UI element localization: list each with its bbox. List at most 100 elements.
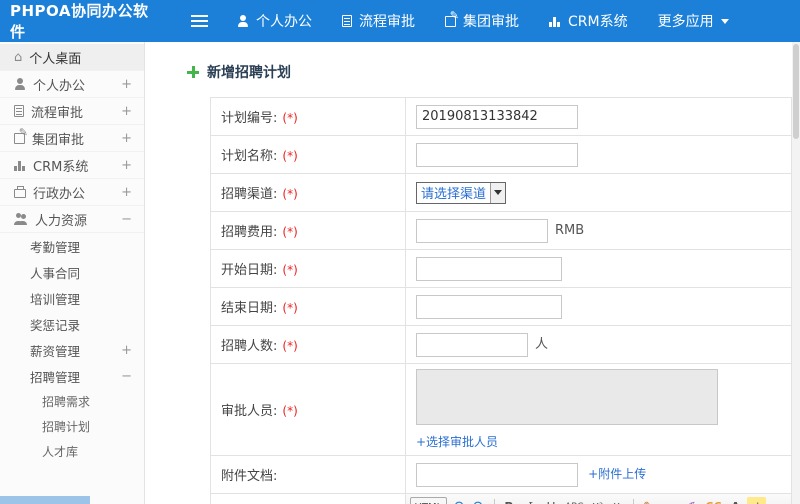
plus-icon — [187, 66, 199, 78]
pen-icon[interactable]: ✐ — [681, 497, 700, 504]
format-brush-icon[interactable]: ✏ — [660, 497, 679, 504]
sidebar-item-group-approval[interactable]: 集团审批 + — [0, 125, 144, 152]
recruitment-plan-form: 计划编号: (*) 计划名称: (*) 招聘渠道: (*) — [210, 97, 792, 504]
nav-item-personal-office[interactable]: 个人办公 — [222, 0, 327, 42]
font-color-button[interactable]: A — [726, 499, 745, 504]
approver-textarea[interactable] — [416, 369, 718, 425]
attachment-upload-link[interactable]: +附件上传 — [588, 467, 646, 481]
sidebar-item-salary[interactable]: 薪资管理 + — [0, 337, 144, 363]
italic-button[interactable]: I — [521, 497, 540, 504]
sidebar-item-personal-office[interactable]: 个人办公 + — [0, 71, 144, 98]
headcount-label: 招聘人数: — [221, 339, 278, 354]
sidebar-item-hr[interactable]: 人力资源 − — [0, 206, 144, 233]
edit-square-icon — [14, 127, 28, 144]
nav-item-label: 更多应用 — [657, 14, 714, 30]
blockquote-button[interactable]: 66 — [702, 497, 724, 504]
html-source-button[interactable]: HTML — [410, 497, 447, 504]
expand-toggle[interactable]: + — [117, 343, 132, 358]
toolbar-divider — [633, 499, 635, 504]
headcount-input[interactable] — [416, 332, 528, 357]
attachment-input[interactable] — [416, 462, 578, 487]
workflow-icon — [342, 15, 352, 27]
nav-item-label: 个人办公 — [256, 14, 312, 30]
expand-toggle[interactable]: + — [117, 131, 132, 146]
headcount-unit: 人 — [535, 337, 549, 352]
form-row-editor: HTML ↶ ↷ B I U ABC X² X₂ ✎ ✏ — [210, 493, 792, 504]
cost-input[interactable] — [416, 218, 548, 243]
form-row-plan-name: 计划名称: (*) — [210, 135, 792, 174]
required-mark: (*) — [282, 225, 298, 239]
sidebar-item-crm[interactable]: CRM系统 + — [0, 152, 144, 179]
sidebar-collapse-button[interactable] — [176, 14, 222, 28]
end-date-label: 结束日期: — [221, 301, 278, 316]
plan-no-input[interactable] — [416, 104, 578, 129]
bar-chart-icon — [14, 160, 26, 171]
nav-item-label: 集团审批 — [463, 14, 519, 30]
sidebar-item-attendance[interactable]: 考勤管理 — [0, 233, 144, 259]
expand-toggle[interactable]: + — [117, 185, 132, 200]
required-mark: (*) — [282, 339, 298, 353]
form-row-headcount: 招聘人数: (*) 人 — [210, 325, 792, 364]
vertical-scrollbar[interactable] — [792, 42, 800, 504]
channel-label: 招聘渠道: — [221, 187, 278, 202]
bar-chart-icon — [549, 16, 561, 27]
app-brand: PHPOA协同办公软件 — [10, 2, 149, 41]
people-icon — [14, 213, 28, 225]
plan-name-input[interactable] — [416, 142, 578, 167]
start-date-input[interactable] — [416, 256, 562, 281]
expand-toggle[interactable]: + — [117, 77, 132, 92]
toolbar-more-button[interactable]: ▾ — [768, 497, 787, 504]
sidebar-item-desktop[interactable]: ⌂ 个人桌面 — [0, 44, 144, 71]
sidebar: ⌂ 个人桌面 个人办公 + 流程审批 + 集团审批 + CRM系统 + — [0, 42, 145, 504]
end-date-input[interactable] — [416, 294, 562, 319]
sidebar-item-hr-contract[interactable]: 人事合同 — [0, 259, 144, 285]
strikethrough-button[interactable]: ABC — [563, 497, 587, 504]
nav-item-label: CRM系统 — [568, 14, 628, 30]
app-window: PHPOA协同办公软件 个人办公 流程审批 集团审批 CRM系统 更多应用 — [0, 0, 800, 504]
channel-select[interactable]: 请选择渠道 — [416, 181, 507, 204]
redo-icon[interactable]: ↷ — [470, 497, 489, 504]
sidebar-item-admin-office[interactable]: 行政办公 + — [0, 179, 144, 206]
sidebar-item-talent-pool[interactable]: 人才库 — [0, 439, 144, 464]
required-mark: (*) — [282, 149, 298, 163]
subscript-button[interactable]: X₂ — [609, 497, 628, 504]
nav-item-workflow-approval[interactable]: 流程审批 — [327, 0, 430, 42]
underline-button[interactable]: U — [542, 497, 561, 504]
form-row-start-date: 开始日期: (*) — [210, 249, 792, 288]
sidebar-item-recruitment[interactable]: 招聘管理 − — [0, 363, 144, 389]
nav-item-crm[interactable]: CRM系统 — [534, 0, 643, 42]
navbar-items: 个人办公 流程审批 集团审批 CRM系统 更多应用 — [222, 0, 744, 42]
nav-item-group-approval[interactable]: 集团审批 — [430, 0, 534, 42]
highlight-color-button[interactable]: ab — [747, 497, 766, 504]
expand-toggle[interactable]: + — [117, 158, 132, 173]
superscript-button[interactable]: X² — [588, 497, 607, 504]
scrollbar-thumb[interactable] — [793, 44, 799, 139]
sidebar-item-workflow-approval[interactable]: 流程审批 + — [0, 98, 144, 125]
cost-unit: RMB — [555, 223, 585, 238]
required-mark: (*) — [282, 404, 298, 418]
sidebar-item-recruit-demand[interactable]: 招聘需求 — [0, 389, 144, 414]
expand-toggle[interactable]: + — [117, 104, 132, 119]
bold-button[interactable]: B — [500, 497, 519, 504]
sidebar-item-training[interactable]: 培训管理 — [0, 285, 144, 311]
required-mark: (*) — [282, 111, 298, 125]
undo-icon[interactable]: ↶ — [449, 497, 468, 504]
channel-select-value: 请选择渠道 — [421, 187, 487, 202]
caret-down-icon — [490, 182, 506, 203]
plan-name-label: 计划名称: — [221, 149, 278, 164]
sidebar-item-recruit-plan[interactable]: 招聘计划 — [0, 414, 144, 439]
page-title: 新增招聘计划 — [187, 62, 800, 82]
workflow-icon — [14, 105, 24, 117]
nav-item-more-apps[interactable]: 更多应用 — [643, 0, 744, 42]
eraser-icon[interactable]: ✎ — [639, 497, 658, 504]
plan-no-label: 计划编号: — [221, 111, 278, 126]
select-approver-link[interactable]: +选择审批人员 — [416, 435, 498, 449]
form-row-channel: 招聘渠道: (*) 请选择渠道 — [210, 173, 792, 212]
required-mark: (*) — [282, 187, 298, 201]
collapse-toggle[interactable]: − — [117, 369, 132, 384]
sidebar-item-rewards[interactable]: 奖惩记录 — [0, 311, 144, 337]
sidebar-partial-item — [0, 496, 90, 504]
form-row-end-date: 结束日期: (*) — [210, 287, 792, 326]
collapse-toggle[interactable]: − — [117, 212, 132, 227]
form-row-cost: 招聘费用: (*) RMB — [210, 211, 792, 250]
